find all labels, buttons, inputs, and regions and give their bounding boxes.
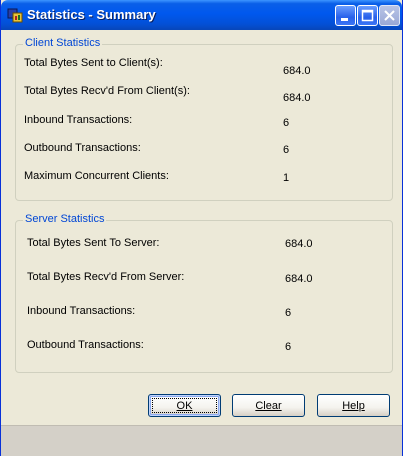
server-statistics-title: Server Statistics [23,213,107,225]
server-bytes-sent-value: 684.0 [285,238,313,250]
client-bytes-sent-value: 684.0 [283,65,311,77]
window-title: Statistics - Summary [27,7,156,22]
help-button[interactable]: Help [317,394,390,417]
ok-button[interactable]: OK [148,394,221,417]
clear-button-label: Clear [255,399,282,412]
client-max-concurrent-label: Maximum Concurrent Clients: [24,170,169,182]
client-bytes-sent-label: Total Bytes Sent to Client(s): [24,57,163,69]
statistics-summary-window: Statistics - Summary Client Statistics T… [0,0,403,456]
client-inbound-value: 6 [283,117,290,129]
client-bytes-recv-label: Total Bytes Recv'd From Client(s): [24,85,190,97]
client-bytes-recv-value: 684.0 [283,92,311,104]
server-outbound-value: 6 [285,341,292,353]
minimize-icon [341,18,348,21]
client-inbound-label: Inbound Transactions: [24,114,133,126]
statistics-app-icon[interactable] [7,7,23,23]
server-bytes-recv-value: 684.0 [285,273,313,285]
minimize-button[interactable] [335,5,356,26]
client-outbound-label: Outbound Transactions: [24,142,141,154]
clear-button[interactable]: Clear [232,394,305,417]
maximize-button[interactable] [357,5,378,26]
status-bar [1,425,402,456]
server-inbound-value: 6 [285,307,292,319]
client-outbound-value: 6 [283,144,290,156]
client-max-concurrent-value: 1 [283,172,290,184]
server-bytes-sent-label: Total Bytes Sent To Server: [27,237,160,249]
close-button[interactable] [379,5,400,26]
server-inbound-label: Inbound Transactions: [27,305,136,317]
server-bytes-recv-label: Total Bytes Recv'd From Server: [27,271,185,283]
client-statistics-title: Client Statistics [23,37,103,49]
server-outbound-label: Outbound Transactions: [27,339,144,351]
close-icon [384,10,395,21]
help-button-label: Help [342,399,365,412]
focus-rect [152,398,217,413]
title-bar[interactable]: Statistics - Summary [1,0,402,30]
